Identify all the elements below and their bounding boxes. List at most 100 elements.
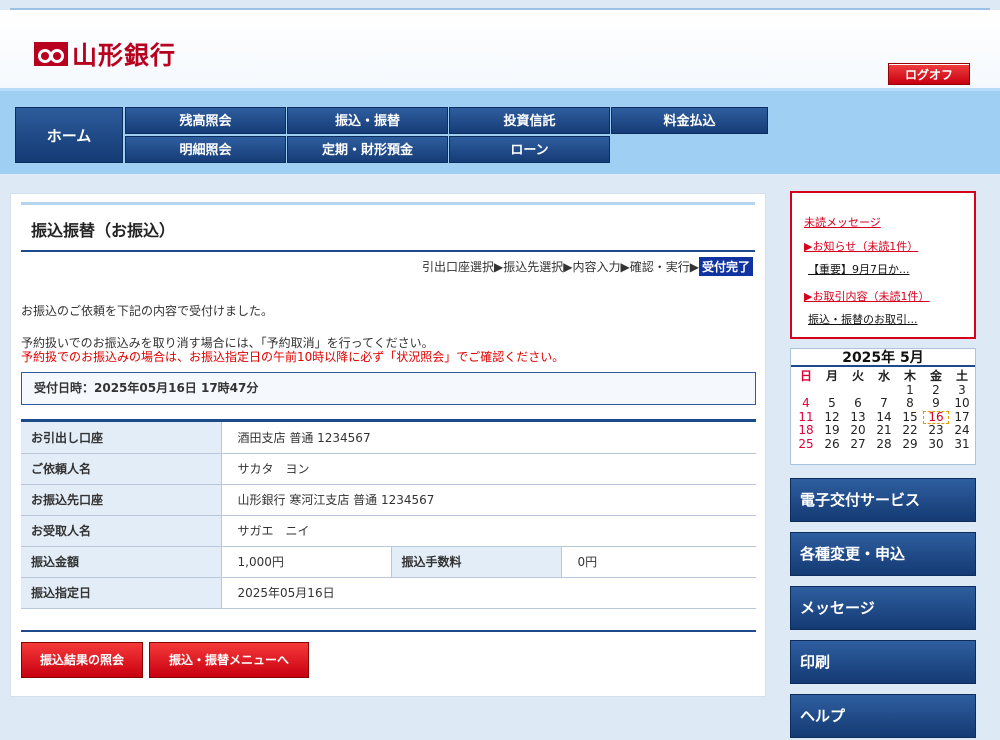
calendar-day: 23 bbox=[928, 423, 944, 437]
calendar-day: 6 bbox=[854, 396, 862, 410]
received-datetime: 受付日時：2025年05月16日 17時47分 bbox=[21, 372, 756, 405]
calendar-day: 19 bbox=[824, 423, 840, 437]
fee-label: 振込手数料 bbox=[391, 546, 562, 578]
calendar-day: 8 bbox=[906, 396, 914, 410]
step-separator: ▶ bbox=[620, 259, 630, 274]
calendar-day: 25 bbox=[798, 436, 814, 451]
nav-transfer[interactable]: 振込・振替 bbox=[287, 107, 448, 134]
calendar-weekday: 火 bbox=[851, 369, 864, 383]
page-title: 振込振替（お振込） bbox=[31, 221, 176, 240]
calendar-week-row: 11 12 13 14 15 16 17 bbox=[793, 409, 975, 424]
calendar-day: 10 bbox=[954, 396, 970, 410]
title-top-line bbox=[21, 202, 755, 205]
logoff-button[interactable]: ログオフ bbox=[888, 63, 970, 85]
notice-link[interactable]: ▶お知らせ（未読1件） bbox=[804, 238, 918, 254]
message-box: 未読メッセージ ▶お知らせ（未読1件） 【重要】9月7日か... ▶お取引内容（… bbox=[790, 191, 976, 339]
step-select-payee: 振込先選択 bbox=[503, 260, 564, 274]
table-row: ご依頼人名 サカタ ヨン bbox=[21, 453, 756, 485]
calendar-day: 27 bbox=[850, 436, 866, 451]
print-button[interactable]: 印刷 bbox=[790, 640, 976, 684]
nav-balance[interactable]: 残高照会 bbox=[125, 107, 286, 134]
calendar-day: 4 bbox=[802, 396, 810, 410]
date-value: 2025年05月16日 bbox=[221, 577, 756, 609]
calendar-day: 13 bbox=[850, 409, 866, 424]
calendar-day: 5 bbox=[828, 396, 836, 410]
row-label: ご依頼人名 bbox=[21, 453, 222, 485]
calendar-day: 1 bbox=[906, 382, 914, 397]
calendar-day: 11 bbox=[798, 409, 814, 424]
calendar-day: 12 bbox=[824, 409, 840, 424]
transfer-menu-button[interactable]: 振込・振替メニューへ bbox=[149, 642, 309, 678]
step-separator: ▶ bbox=[563, 259, 573, 274]
transfer-result-button[interactable]: 振込結果の照会 bbox=[21, 642, 143, 678]
calendar-day-today: 16 bbox=[923, 410, 949, 424]
calendar-day: 3 bbox=[958, 382, 966, 397]
unread-messages-link[interactable]: 未読メッセージ bbox=[804, 214, 881, 230]
table-row: お引出し口座 酒田支店 普通 1234567 bbox=[21, 422, 756, 454]
step-separator: ▶ bbox=[494, 259, 504, 274]
table-row: 振込指定日 2025年05月16日 bbox=[21, 577, 756, 609]
bank-name: 山形銀行 bbox=[72, 41, 177, 70]
bank-logo-icon bbox=[34, 42, 68, 66]
step-select-account: 引出口座選択 bbox=[421, 260, 494, 274]
nav-investment-trust[interactable]: 投資信託 bbox=[449, 107, 610, 134]
calendar-weekday: 水 bbox=[877, 369, 890, 383]
calendar-day: 2 bbox=[932, 382, 940, 397]
trade-link[interactable]: ▶お取引内容（未読1件） bbox=[804, 288, 929, 304]
transfer-detail-table: お引出し口座 酒田支店 普通 1234567 ご依頼人名 サカタ ヨン お振込先… bbox=[21, 422, 756, 609]
nav-band-line bbox=[0, 88, 1000, 91]
nav-home[interactable]: ホーム bbox=[15, 107, 123, 163]
bank-logo[interactable]: 山形銀行 bbox=[34, 36, 176, 72]
calendar-weekday: 金 bbox=[929, 369, 942, 383]
date-label: 振込指定日 bbox=[21, 577, 222, 609]
calendar-day bbox=[871, 384, 897, 398]
nav-bill-payment[interactable]: 料金払込 bbox=[611, 107, 768, 134]
amount-value: 1,000円 bbox=[221, 546, 392, 578]
calendar-day: 22 bbox=[902, 423, 918, 437]
step-separator: ▶ bbox=[689, 259, 699, 274]
calendar-day: 29 bbox=[902, 436, 918, 451]
table-bottom-line bbox=[21, 630, 756, 632]
reservation-warning: 予約扱でのお振込みの場合は、お振込指定日の午前10時以降に必ず「状況照会」でご確… bbox=[21, 350, 565, 364]
fee-value: 0円 bbox=[561, 546, 756, 578]
row-label: お引出し口座 bbox=[21, 422, 222, 454]
calendar-day: 24 bbox=[954, 423, 970, 437]
calendar-day: 18 bbox=[798, 423, 814, 437]
calendar-week-row: 18 19 20 21 22 23 24 bbox=[793, 423, 975, 438]
calendar-day: 20 bbox=[850, 423, 866, 437]
calendar-day bbox=[793, 384, 819, 398]
nav-time-deposit[interactable]: 定期・財形預金 bbox=[287, 136, 448, 163]
row-value: サガエ ニイ bbox=[221, 515, 756, 547]
progress-steps: 引出口座選択 ▶ 振込先選択 ▶ 内容入力 ▶ 確認・実行 ▶ 受付完了 bbox=[422, 257, 753, 276]
title-bottom-line bbox=[21, 250, 755, 252]
calendar-weekday: 木 bbox=[903, 369, 916, 383]
calendar-day: 26 bbox=[824, 436, 840, 451]
table-row: お振込先口座 山形銀行 寒河江支店 普通 1234567 bbox=[21, 484, 756, 516]
calendar-day: 31 bbox=[954, 436, 970, 451]
row-label: お振込先口座 bbox=[21, 484, 222, 516]
calendar-day: 30 bbox=[928, 436, 944, 451]
calendar-weekday: 月 bbox=[825, 369, 838, 383]
calendar-weekday: 土 bbox=[955, 369, 968, 383]
header: 山形銀行 ログオフ bbox=[0, 10, 1000, 88]
nav-statement[interactable]: 明細照会 bbox=[125, 136, 286, 163]
step-input: 内容入力 bbox=[572, 260, 621, 274]
notice-item-link[interactable]: 【重要】9月7日か... bbox=[808, 261, 910, 277]
calendar-day: 15 bbox=[902, 409, 918, 424]
calendar-day: 7 bbox=[880, 396, 888, 410]
calendar: 2025年 5月 日月火水木金土 1 2 3 4 5 6 7 8 9 10 11 12 13 14 15 16 1… bbox=[790, 348, 976, 465]
main-panel: 振込振替（お振込） 引出口座選択 ▶ 振込先選択 ▶ 内容入力 ▶ 確認・実行 … bbox=[10, 193, 766, 697]
message-button[interactable]: メッセージ bbox=[790, 586, 976, 630]
help-button[interactable]: ヘルプ bbox=[790, 694, 976, 738]
nav-loan[interactable]: ローン bbox=[449, 136, 610, 163]
change-apply-button[interactable]: 各種変更・申込 bbox=[790, 532, 976, 576]
calendar-week-row: 25 26 27 28 29 30 31 bbox=[793, 436, 975, 452]
calendar-weekday: 日 bbox=[799, 369, 812, 383]
e-delivery-button[interactable]: 電子交付サービス bbox=[790, 478, 976, 522]
calendar-week-row: 1 2 3 bbox=[793, 382, 975, 398]
calendar-day: 21 bbox=[876, 423, 892, 437]
trade-item-link[interactable]: 振込・振替のお取引... bbox=[808, 311, 918, 327]
row-value: 山形銀行 寒河江支店 普通 1234567 bbox=[221, 484, 756, 516]
calendar-week-row: 4 5 6 7 8 9 10 bbox=[793, 396, 975, 411]
accepted-message: お振込のご依頼を下記の内容で受付けました。 bbox=[21, 304, 274, 318]
